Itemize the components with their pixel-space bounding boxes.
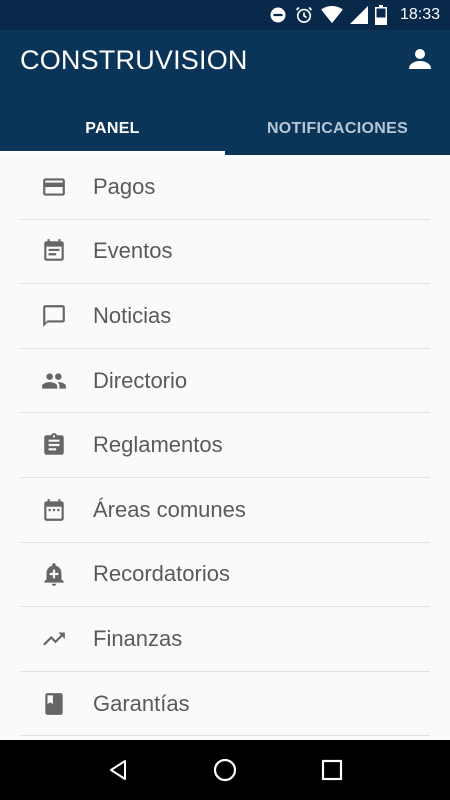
battery-icon: [374, 5, 387, 25]
clipboard-icon: [41, 432, 67, 458]
bell-plus-icon: [41, 561, 67, 587]
app-bar: CONSTRUVISION PANEL NOTIFICACIONES: [0, 30, 450, 155]
trending-up-icon: [41, 626, 67, 652]
do-not-disturb-icon: [270, 7, 286, 23]
menu-item-noticias[interactable]: Noticias: [20, 284, 430, 349]
menu-item-eventos[interactable]: Eventos: [20, 220, 430, 285]
people-icon: [41, 368, 67, 394]
book-icon: [41, 691, 67, 717]
menu-item-label: Noticias: [93, 302, 172, 328]
account-icon: [409, 49, 431, 69]
menu-item-label: Eventos: [93, 238, 173, 264]
menu-item-pagos[interactable]: Pagos: [20, 155, 430, 220]
alarm-icon: [295, 6, 313, 23]
status-icons: 18:33: [269, 0, 440, 30]
tab-panel-label: PANEL: [85, 119, 140, 137]
menu-item-label: Áreas comunes: [93, 496, 246, 522]
recents-button[interactable]: [312, 750, 352, 790]
back-button[interactable]: [98, 750, 138, 790]
menu-item-label: Garantías: [93, 690, 190, 716]
menu-item-reglamentos[interactable]: Reglamentos: [20, 413, 430, 478]
menu-item-areas-comunes[interactable]: Áreas comunes: [20, 478, 430, 543]
menu-item-recordatorios[interactable]: Recordatorios: [20, 543, 430, 608]
menu-item-directorio[interactable]: Directorio: [20, 349, 430, 414]
back-icon: [109, 760, 126, 780]
menu-item-finanzas[interactable]: Finanzas: [20, 607, 430, 672]
home-button[interactable]: [205, 750, 245, 790]
menu-item-label: Directorio: [93, 367, 188, 393]
status-bar: 18:33: [0, 0, 450, 30]
recents-icon: [322, 759, 343, 781]
menu-item-garantias[interactable]: Garantías: [20, 672, 430, 737]
wifi-icon: [321, 6, 343, 24]
menu-list: Pagos Eventos Noticias Directorio Reglam…: [20, 155, 430, 737]
credit-card-icon: [41, 174, 67, 200]
menu-item-label: Finanzas: [93, 625, 183, 651]
chat-bubble-icon: [41, 303, 67, 329]
signal-icon: [349, 6, 368, 24]
app-title: CONSTRUVISION: [20, 45, 248, 75]
calendar-icon: [41, 497, 67, 523]
account-button[interactable]: [406, 44, 434, 74]
status-time: 18:33: [399, 6, 440, 23]
event-calendar-icon: [41, 238, 67, 264]
tab-notificaciones-label: NOTIFICACIONES: [266, 119, 409, 137]
navigation-bar: [0, 740, 450, 800]
tab-bar: PANEL NOTIFICACIONES: [0, 102, 450, 155]
home-icon: [213, 758, 237, 782]
tab-panel[interactable]: PANEL: [0, 102, 225, 155]
menu-item-label: Reglamentos: [93, 432, 223, 458]
tab-notificaciones[interactable]: NOTIFICACIONES: [225, 102, 450, 155]
menu-item-label: Pagos: [93, 173, 156, 199]
menu-item-label: Recordatorios: [93, 561, 230, 587]
